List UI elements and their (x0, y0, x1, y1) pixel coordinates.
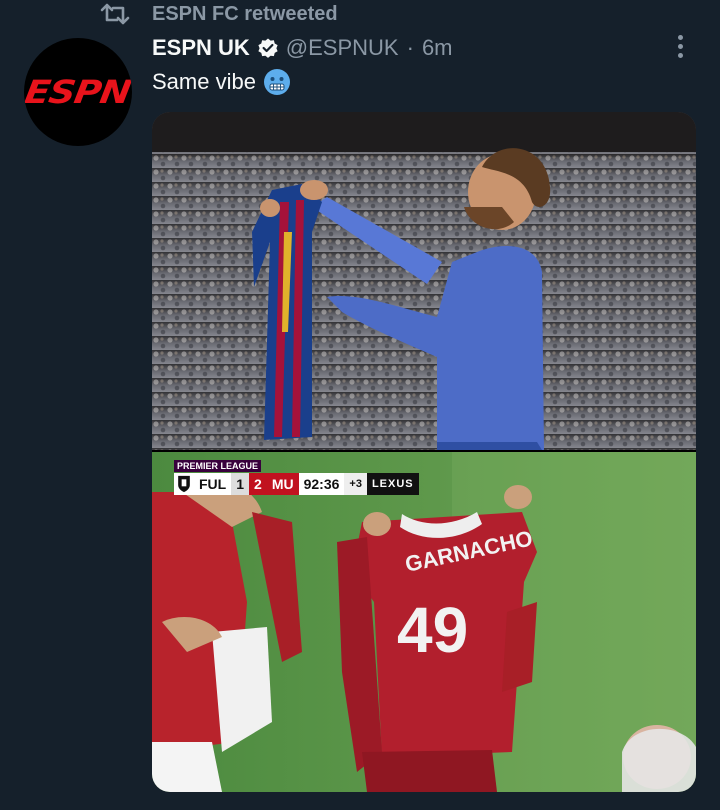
sponsor-logo: LEXUS (366, 473, 419, 495)
added-time: +3 (344, 473, 367, 495)
tweet-body: Same vibe (152, 66, 292, 98)
user-handle[interactable]: @ESPNUK (286, 35, 399, 61)
match-clock: 92:36 (298, 473, 345, 495)
tweet-media[interactable]: GARNACHO 49 PREMIER LEAGUE FUL 1 2 MU 92… (152, 112, 696, 792)
retweet-icon (100, 3, 130, 25)
tweet-time[interactable]: 6m (422, 35, 453, 61)
fulham-crest-icon (174, 473, 194, 495)
photo-garnacho-image: GARNACHO 49 (152, 452, 696, 792)
home-score: 1 (231, 473, 250, 495)
espn-logo: ESPN (24, 73, 132, 111)
avatar[interactable]: ESPN (24, 38, 132, 146)
verified-badge-icon[interactable] (256, 36, 280, 60)
tweet-header: ESPN UK @ESPNUK · 6m (152, 32, 453, 64)
cold-face-emoji-icon (263, 69, 290, 95)
retweet-label: ESPN FC retweeted (152, 2, 338, 25)
away-team: MU (266, 473, 299, 495)
photo-messi-image (152, 112, 696, 450)
separator-dot: · (406, 35, 414, 60)
display-name[interactable]: ESPN UK (152, 35, 250, 61)
home-team: FUL (194, 473, 232, 495)
photo-garnacho[interactable]: GARNACHO 49 PREMIER LEAGUE FUL 1 2 MU 92… (152, 452, 696, 792)
photo-messi[interactable] (152, 112, 696, 450)
more-options-icon[interactable] (666, 32, 694, 60)
score-bar: FUL 1 2 MU 92:36 +3 LEXUS (174, 473, 419, 495)
league-label: PREMIER LEAGUE (174, 460, 262, 472)
away-score: 2 (249, 473, 267, 495)
svg-text:49: 49 (397, 594, 468, 666)
tweet-text: Same vibe (152, 69, 256, 94)
retweet-indicator[interactable]: ESPN FC retweeted (100, 0, 338, 28)
tweet[interactable]: ESPN FC retweeted ESPN ESPN UK @ESPNUK ·… (0, 0, 720, 810)
